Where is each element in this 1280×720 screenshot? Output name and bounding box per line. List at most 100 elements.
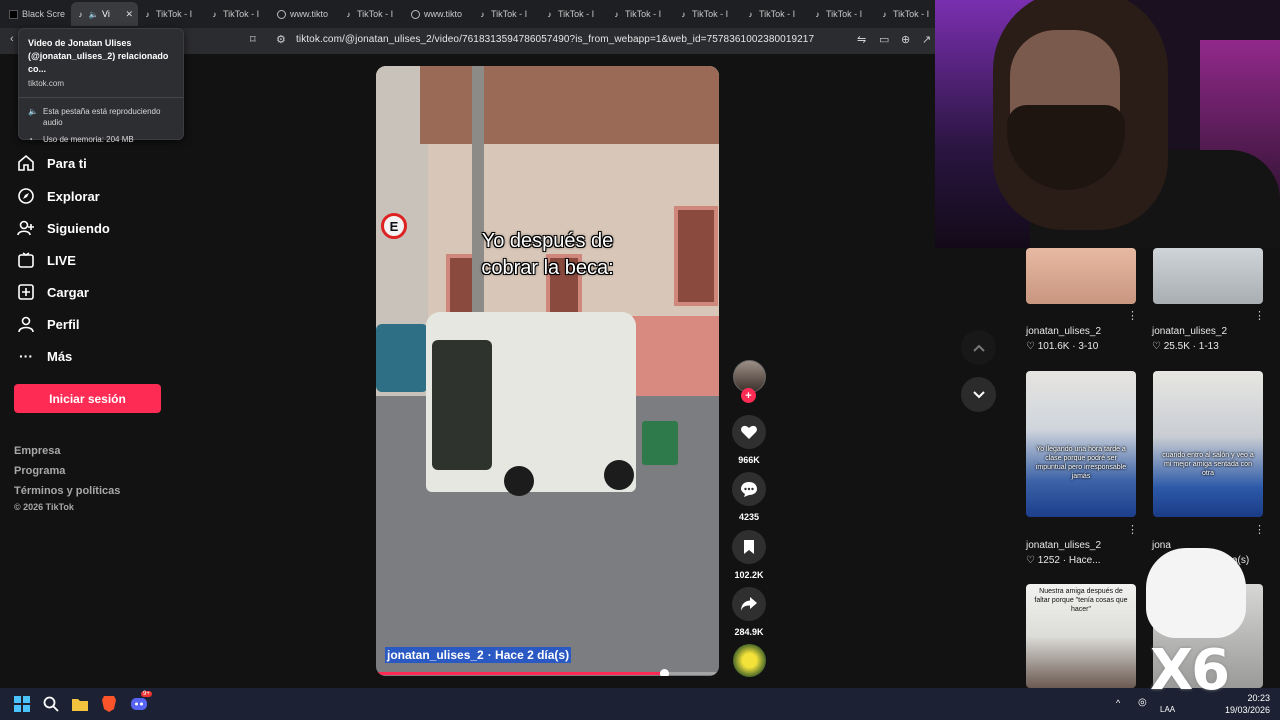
sidebar-item-cargar[interactable]: Cargar [17,280,89,304]
comment-icon[interactable] [732,472,766,506]
browser-tab[interactable]: ♪ TikTok - I [607,2,674,26]
browser-tab[interactable]: ♪ TikTok - I [540,2,607,26]
speaker-icon[interactable]: 🔈 [89,10,99,19]
cast-icon[interactable]: ▭ [879,33,889,46]
browser-tab[interactable]: ♪ TikTok - I [674,2,741,26]
video-scene-stool [642,421,678,465]
video-progress-bar[interactable] [376,669,719,676]
browser-tab[interactable]: ♪ TikTok - I [138,2,205,26]
back-icon[interactable]: ‹ [10,33,14,45]
share-icon[interactable]: ↗ [922,33,931,46]
browser-tab[interactable]: ♪ TikTok - I [339,2,406,26]
sidebar-item-label: Más [47,348,73,364]
thumbnail-caption: cuando entro al salón y veo a mi mejor a… [1162,452,1254,477]
more-options-icon[interactable]: ⋮ [1254,523,1265,536]
url-field[interactable]: tiktok.com/@jonatan_ulises_2/video/76183… [296,34,814,45]
thumbnail-author[interactable]: jonatan_ulises_2 [1152,326,1227,337]
tiktok-icon: ♪ [346,9,351,19]
sidebar-item-explorar[interactable]: Explorar [17,184,100,208]
thumbnail-author[interactable]: jonatan_ulises_2 [1026,326,1101,337]
browser-tab-active[interactable]: ♪ 🔈 Vi ✕ [71,2,138,26]
browser-tab[interactable]: ♪ TikTok - I [741,2,808,26]
previous-video-button[interactable] [961,330,996,365]
tab-hover-card: Video de Jonatan Ulises (@jonatan_ulises… [18,28,184,144]
tiktok-icon: ♪ [145,9,150,19]
tiktok-icon: ♪ [480,9,485,19]
tab-label: TikTok - I [357,9,394,19]
tab-label: Vi [102,9,110,19]
footer-link-programa[interactable]: Programa [14,465,65,477]
like-count: 966K [738,455,760,465]
like-action[interactable]: 966K [731,415,767,465]
video-thumbnail[interactable]: cuando entro al salón y veo a mi mejor a… [1153,371,1263,517]
video-progress-handle[interactable] [660,669,670,676]
video-date: · Hace 2 día(s) [485,647,572,663]
thumbnail-likes: ♡ 1252 · Hace... [1026,555,1101,566]
sidebar-item-live[interactable]: LIVE [17,248,76,272]
browser-tab[interactable]: ♪ TikTok - I [473,2,540,26]
heart-icon[interactable] [732,415,766,449]
share-action[interactable]: 284.9K [731,587,767,637]
footer-link-terminos[interactable]: Términos y políticas [14,485,120,497]
translate-icon[interactable]: ⇋ [857,33,866,46]
sidebar-item-para-ti[interactable]: Para ti [17,151,87,175]
video-thumbnail[interactable]: Nuestra amiga después de faltar porque "… [1026,584,1136,688]
follow-plus-icon[interactable]: + [741,388,756,403]
more-options-icon[interactable]: ⋮ [1127,523,1138,536]
video-thumbnail[interactable] [1026,248,1136,304]
video-scene-roof-trim [420,66,719,144]
browser-tab[interactable]: Black Scre [4,2,71,26]
share-arrow-icon[interactable] [732,587,766,621]
browser-tab-bar: Black Scre ♪ 🔈 Vi ✕ ♪ TikTok - I ♪ TikTok … [0,0,935,28]
close-icon[interactable]: ✕ [125,9,133,20]
live-icon [17,251,35,269]
comment-action[interactable]: 4235 [731,472,767,522]
save-action[interactable]: 102.2K [731,530,767,580]
thumbnail-author[interactable]: jonatan_ulises_2 [1026,540,1101,551]
login-button[interactable]: Iniciar sesión [14,384,161,413]
video-thumbnail[interactable] [1153,248,1263,304]
next-video-button[interactable] [961,377,996,412]
mototaxi-door [432,340,492,470]
sidebar-item-perfil[interactable]: Perfil [17,312,80,336]
brave-browser-icon[interactable] [99,694,119,714]
hover-card-title: Video de Jonatan Ulises (@jonatan_ulises… [28,38,169,74]
sidebar-item-label: Para ti [47,155,87,171]
browser-tab[interactable]: ♪ TikTok - I [875,2,942,26]
browser-tab[interactable]: ♪ TikTok - I [808,2,875,26]
hover-card-audio-row: 🔈 Esta pestaña está reproduciendo audio [28,106,174,128]
tab-label: TikTok - I [223,9,260,19]
tray-overflow-icon[interactable]: ^ [1116,698,1120,708]
tiktok-icon: ♪ [614,9,619,19]
browser-tab[interactable]: www.tikto [272,2,339,26]
browser-tab[interactable]: www.tikto [406,2,473,26]
zoom-icon[interactable]: ⊕ [901,33,910,46]
video-player[interactable]: E Yo después de cobrar la beca: jonatan_… [376,66,719,676]
video-author-link[interactable]: jonatan_ulises_2 [385,647,486,663]
footer-link-empresa[interactable]: Empresa [14,445,60,457]
sidebar-item-siguiendo[interactable]: Siguiendo [17,216,110,240]
tab-label: www.tikto [290,9,329,19]
hover-card-domain: tiktok.com [28,79,65,88]
tab-label: TikTok - I [826,9,863,19]
music-disc-icon[interactable] [733,644,766,677]
copyright: © 2026 TikTok [14,502,74,512]
more-options-icon[interactable]: ⋮ [1127,309,1138,322]
webcam-overlay [935,0,1280,248]
sidebar-item-mas[interactable]: ··· Más [17,344,72,368]
video-thumbnail[interactable]: Yo llegando una hora tarde a clase porqu… [1026,371,1136,517]
discord-icon[interactable] [129,694,149,714]
stream-graphic-blob [1146,548,1246,638]
bookmark-icon[interactable]: ⌑ [250,33,256,46]
site-settings-icon[interactable]: ⚙ [276,33,286,46]
video-caption-line: Yo después de [481,230,614,252]
file-explorer-icon[interactable] [70,694,90,714]
bookmark-icon[interactable] [732,530,766,564]
hover-card-memory-text: Uso de memoria: 204 MB [43,135,134,144]
compass-icon [17,187,35,205]
browser-tab[interactable]: ♪ TikTok - I [205,2,272,26]
search-icon[interactable] [41,694,61,714]
more-options-icon[interactable]: ⋮ [1254,309,1265,322]
windows-start-icon[interactable] [12,694,32,714]
stream-multiplier-label: X6 [1150,638,1230,703]
